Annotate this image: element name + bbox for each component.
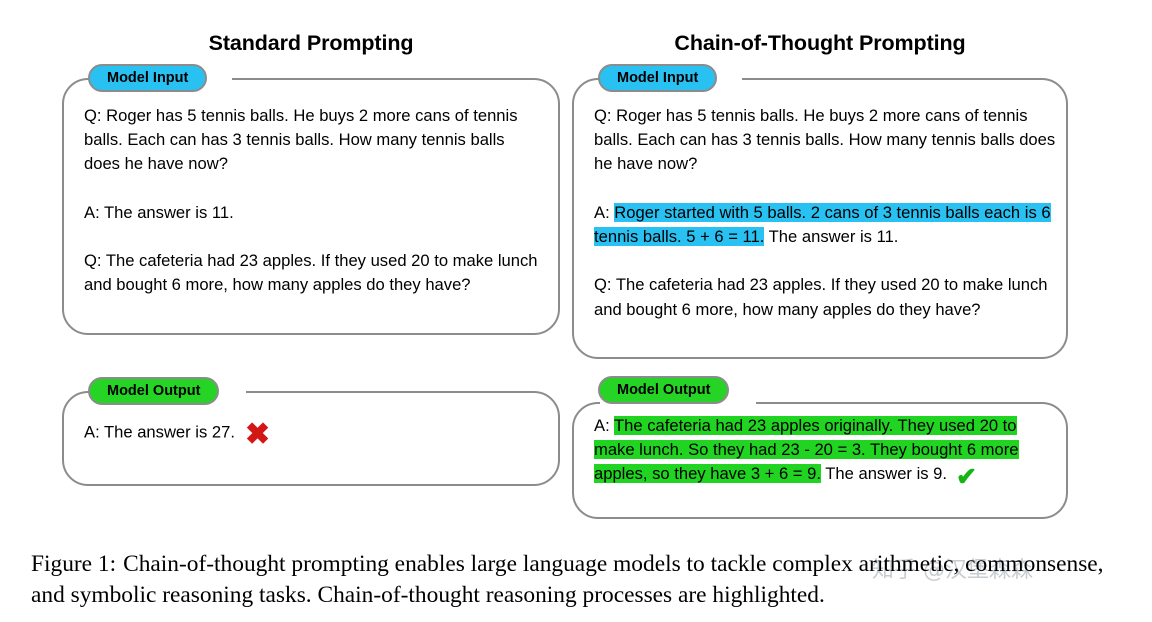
column-title-standard-prompting: Standard Prompting xyxy=(208,31,414,55)
standard-input-answer-1: A: The answer is 11. xyxy=(84,202,234,222)
check-mark-icon: ✔ xyxy=(956,462,977,491)
cot-input-question-1: Q: Roger has 5 tennis balls. He buys 2 m… xyxy=(594,106,1056,174)
cot-output-answer-suffix: The answer is 9. xyxy=(820,464,948,484)
figure-container: Standard Prompting Chain-of-Thought Prom… xyxy=(0,0,1152,622)
cot-answer-prefix: A: xyxy=(594,202,615,222)
cot-model-output-text: A: The cafeteria had 23 apples originall… xyxy=(594,414,1056,490)
standard-output-answer: A: The answer is 27. xyxy=(84,422,235,442)
cot-output-answer-line: A: The cafeteria had 23 apples originall… xyxy=(594,414,1056,490)
standard-model-input-badge: Model Input xyxy=(88,64,208,92)
standard-model-output-badge: Model Output xyxy=(88,377,220,405)
cot-model-input-badge: Model Input xyxy=(598,64,718,92)
cot-output-answer-prefix: A: xyxy=(594,416,614,435)
standard-model-output-text: A: The answer is 27. ✖ xyxy=(84,420,544,450)
cot-input-answer-1: A: Roger started with 5 balls. 2 cans of… xyxy=(594,201,1056,249)
figure-caption: Figure 1: Chain-of-thought prompting enab… xyxy=(31,549,1121,610)
standard-output-answer-line: A: The answer is 27. ✖ xyxy=(84,420,544,450)
cot-model-input-text: Q: Roger has 5 tennis balls. He buys 2 m… xyxy=(594,104,1056,322)
figure-caption-label: Figure 1: xyxy=(31,551,117,577)
cot-answer-suffix: The answer is 11. xyxy=(764,227,899,246)
cross-mark-icon: ✖ xyxy=(244,418,271,451)
figure-caption-text: Chain-of-thought prompting enables large… xyxy=(31,551,1104,608)
cot-input-question-2: Q: The cafeteria had 23 apples. If they … xyxy=(594,275,1048,319)
cot-model-output-badge: Model Output xyxy=(598,376,730,404)
standard-model-input-text: Q: Roger has 5 tennis balls. He buys 2 m… xyxy=(84,104,544,298)
column-title-chain-of-thought-prompting: Chain-of-Thought Prompting xyxy=(674,31,966,55)
standard-input-question-1: Q: Roger has 5 tennis balls. He buys 2 m… xyxy=(84,106,518,174)
standard-input-question-2: Q: The cafeteria had 23 apples. If they … xyxy=(84,251,538,295)
cot-output-reasoning-highlight: The cafeteria had 23 apples originally. … xyxy=(594,416,1019,484)
